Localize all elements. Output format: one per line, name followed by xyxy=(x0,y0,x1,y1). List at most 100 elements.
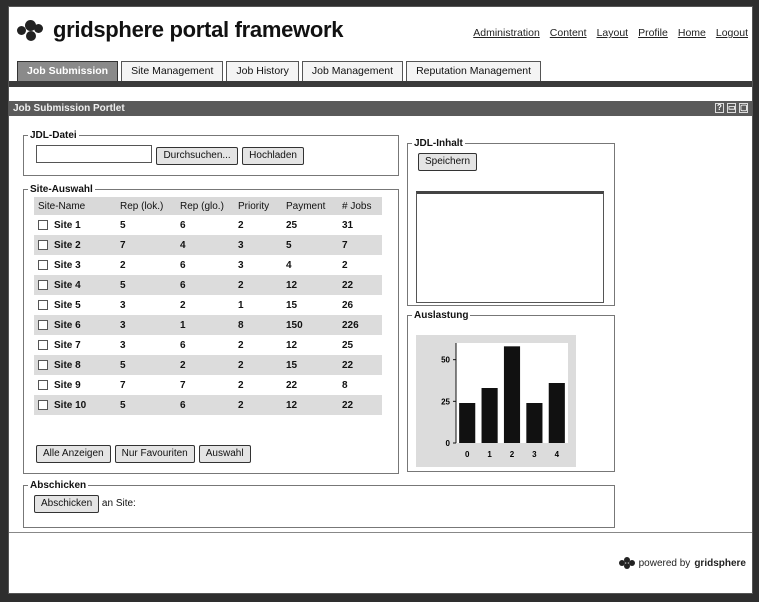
jdl-inhalt-legend: JDL-Inhalt xyxy=(414,138,463,149)
x-tick-label: 1 xyxy=(487,450,492,459)
bar xyxy=(548,383,565,443)
table-cell: 1 xyxy=(234,295,282,315)
y-tick-label: 50 xyxy=(441,356,450,365)
col-payment: Payment xyxy=(282,197,338,215)
site-auswahl-group: Site-Auswahl Site-Name Rep (lok.) Rep (g… xyxy=(23,184,399,474)
table-cell: 12 xyxy=(282,395,338,415)
nav-logout[interactable]: Logout xyxy=(716,27,748,39)
table-cell: 22 xyxy=(282,375,338,395)
table-cell: 31 xyxy=(338,215,382,235)
site-name: Site 3 xyxy=(54,259,81,271)
tab-reputation-management[interactable]: Reputation Management xyxy=(406,61,542,81)
table-cell: 2 xyxy=(234,375,282,395)
table-row[interactable]: Site 326342 xyxy=(34,255,382,275)
site-name: Site 9 xyxy=(54,379,81,391)
site-checkbox[interactable] xyxy=(38,359,48,370)
help-icon[interactable]: ? xyxy=(715,103,724,113)
site-checkbox[interactable] xyxy=(38,239,48,250)
site-table: Site-Name Rep (lok.) Rep (glo.) Priority… xyxy=(34,197,382,415)
file-path-input[interactable] xyxy=(36,145,152,163)
save-button[interactable]: Speichern xyxy=(418,153,478,171)
table-cell: 25 xyxy=(282,215,338,235)
top-nav: Administration Content Layout Profile Ho… xyxy=(473,27,748,39)
table-cell: 7 xyxy=(338,235,382,255)
site-name-cell: Site 3 xyxy=(34,255,116,275)
tab-job-management[interactable]: Job Management xyxy=(301,61,404,81)
table-cell: 2 xyxy=(234,335,282,355)
nav-profile[interactable]: Profile xyxy=(638,27,668,39)
site-name: Site 1 xyxy=(54,219,81,231)
table-cell: 6 xyxy=(176,215,234,235)
tab-job-history[interactable]: Job History xyxy=(226,61,299,81)
table-cell: 2 xyxy=(116,255,176,275)
table-cell: 6 xyxy=(176,395,234,415)
site-checkbox[interactable] xyxy=(38,299,48,310)
site-name-cell: Site 5 xyxy=(34,295,116,315)
site-checkbox[interactable] xyxy=(38,379,48,390)
nav-layout[interactable]: Layout xyxy=(597,27,629,39)
table-cell: 226 xyxy=(338,315,382,335)
site-checkbox[interactable] xyxy=(38,399,48,410)
minimize-icon[interactable]: ▭ xyxy=(727,103,736,113)
table-row[interactable]: Site 6 3 1 8 150 226 xyxy=(34,315,382,335)
table-cell: 12 xyxy=(282,335,338,355)
site-name: Site 5 xyxy=(54,299,81,311)
nav-home[interactable]: Home xyxy=(678,27,706,39)
jdl-content-textarea[interactable] xyxy=(416,191,604,303)
table-cell: 2 xyxy=(234,275,282,295)
table-row[interactable]: Site 10 5 6 2 12 22 xyxy=(34,395,382,415)
site-name: Site 4 xyxy=(54,279,81,291)
site-label: an Site: xyxy=(101,498,136,509)
table-cell: 4 xyxy=(176,235,234,255)
site-checkbox[interactable] xyxy=(38,339,48,350)
logo-text: gridsphere portal framework xyxy=(53,17,344,42)
tab-job-submission[interactable]: Job Submission xyxy=(17,61,119,81)
y-tick-label: 25 xyxy=(441,397,450,406)
table-cell: 150 xyxy=(282,315,338,335)
favourites-only-button[interactable]: Nur Favouriten xyxy=(114,445,195,463)
selection-button[interactable]: Auswahl xyxy=(198,445,251,463)
table-row[interactable]: Site 9 7 7 2 22 8 xyxy=(34,375,382,395)
tab-site-management[interactable]: Site Management xyxy=(121,61,224,81)
x-tick-label: 3 xyxy=(532,450,537,459)
table-row[interactable]: Site 1 5 6 2 25 31 xyxy=(34,215,382,235)
table-cell: 5 xyxy=(116,395,176,415)
portlet-title-bar: Job Submission Portlet ? ▭ ▢ xyxy=(9,101,752,116)
site-name-cell: Site 1 xyxy=(34,215,116,235)
table-cell: 3 xyxy=(234,235,282,255)
table-cell: 7 xyxy=(116,375,176,395)
table-row[interactable]: Site 8 5 2 2 15 22 xyxy=(34,355,382,375)
abschicken-legend: Abschicken xyxy=(30,480,87,491)
site-checkbox[interactable] xyxy=(38,279,48,290)
abschicken-group: Abschicken Abschicken an Site: xyxy=(23,480,615,528)
site-name: Site 7 xyxy=(54,339,81,351)
site-checkbox[interactable] xyxy=(38,219,48,230)
table-cell: 5 xyxy=(116,215,176,235)
nav-administration[interactable]: Administration xyxy=(473,27,540,39)
table-cell: 3 xyxy=(116,315,176,335)
site-checkbox[interactable] xyxy=(38,259,48,270)
table-row[interactable]: Site 5 3 2 1 15 26 xyxy=(34,295,382,315)
site-name: Site 10 xyxy=(54,399,87,411)
table-header-row: Site-Name Rep (lok.) Rep (glo.) Priority… xyxy=(34,197,382,215)
site-name-cell: Site 2 xyxy=(34,235,116,255)
table-row[interactable]: Site 7 3 6 2 12 25 xyxy=(34,335,382,355)
table-cell: 5 xyxy=(116,275,176,295)
table-row[interactable]: Site 4 5 6 2 12 22 xyxy=(34,275,382,295)
load-bar-chart: 0 25 50 0 1 2 3 4 xyxy=(416,335,576,467)
table-cell: 22 xyxy=(338,275,382,295)
table-cell: 2 xyxy=(176,295,234,315)
table-cell: 8 xyxy=(338,375,382,395)
upload-button[interactable]: Hochladen xyxy=(242,147,304,165)
show-all-button[interactable]: Alle Anzeigen xyxy=(36,445,111,463)
table-row[interactable]: Site 274357 xyxy=(34,235,382,255)
submit-button[interactable]: Abschicken xyxy=(34,495,100,513)
footer-brand: powered by gridsphere xyxy=(618,557,746,569)
nav-content[interactable]: Content xyxy=(550,27,587,39)
browse-button[interactable]: Durchsuchen... xyxy=(156,147,238,165)
y-tick-label: 0 xyxy=(446,439,451,448)
site-name-cell: Site 8 xyxy=(34,355,116,375)
maximize-icon[interactable]: ▢ xyxy=(739,103,748,113)
powered-by-brand: gridsphere xyxy=(694,557,746,569)
site-checkbox[interactable] xyxy=(38,319,48,330)
